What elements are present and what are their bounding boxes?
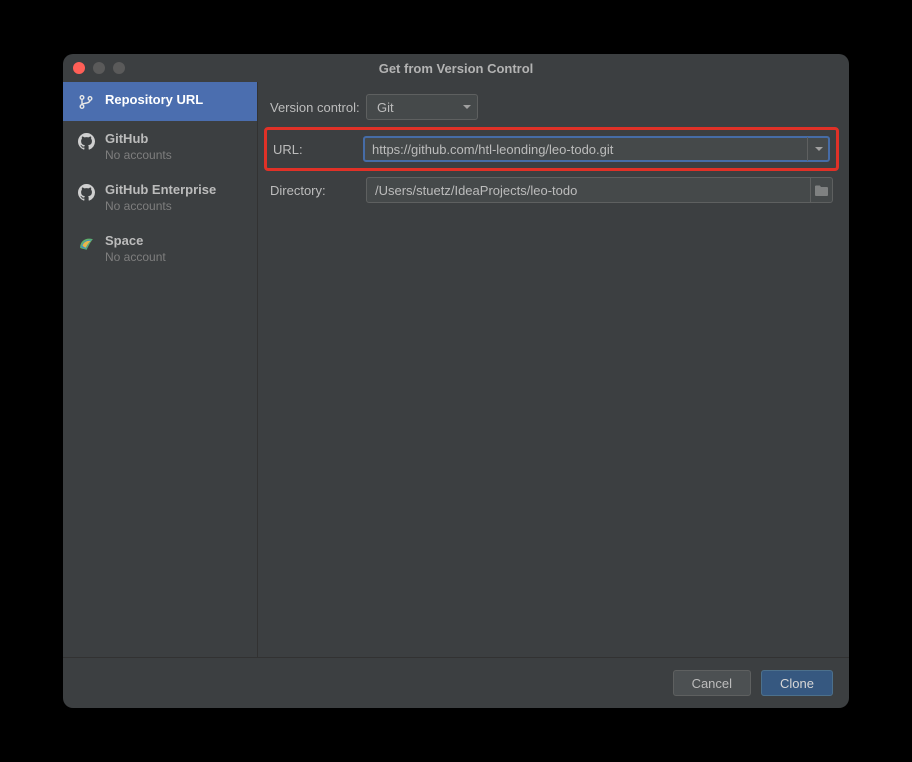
sidebar-item-label: GitHub Enterprise [105,182,216,197]
url-label: URL: [273,142,363,157]
version-control-label: Version control: [270,100,366,115]
titlebar: Get from Version Control [63,54,849,82]
dialog-footer: Cancel Clone [63,657,849,708]
sidebar-item-repository-url[interactable]: Repository URL [63,82,257,121]
version-control-select[interactable]: Git [366,94,478,120]
sidebar-item-label: Space [105,233,166,248]
directory-input[interactable] [366,177,833,203]
cancel-button[interactable]: Cancel [673,670,751,696]
main-panel: Version control: Git URL: Directory: [258,82,849,657]
sidebar-item-github-enterprise[interactable]: GitHub Enterprise No accounts [63,172,257,223]
minimize-window-button[interactable] [93,62,105,74]
sidebar-item-github[interactable]: GitHub No accounts [63,121,257,172]
github-icon [77,183,95,201]
url-row-highlight: URL: [264,127,839,171]
dialog-content: Repository URL GitHub No accounts [63,82,849,657]
sidebar-item-sublabel: No account [105,250,166,264]
version-control-value: Git [377,100,394,115]
close-window-button[interactable] [73,62,85,74]
sidebar: Repository URL GitHub No accounts [63,82,258,657]
clone-button[interactable]: Clone [761,670,833,696]
window-title: Get from Version Control [73,61,839,76]
url-history-button[interactable] [807,137,829,161]
window-controls [73,62,125,74]
directory-label: Directory: [270,183,366,198]
url-input[interactable] [363,136,830,162]
chevron-down-icon [815,147,823,151]
sidebar-item-sublabel: No accounts [105,199,216,213]
zoom-window-button[interactable] [113,62,125,74]
sidebar-item-space[interactable]: Space No account [63,223,257,274]
branch-icon [77,93,95,111]
chevron-down-icon [463,105,471,109]
sidebar-item-label: GitHub [105,131,172,146]
browse-directory-button[interactable] [810,178,832,202]
sidebar-item-label: Repository URL [105,92,203,107]
github-icon [77,132,95,150]
folder-icon [814,184,829,197]
version-control-dialog: Get from Version Control Repository URL [63,54,849,708]
version-control-row: Version control: Git [270,94,833,120]
sidebar-item-sublabel: No accounts [105,148,172,162]
directory-row: Directory: [270,177,833,203]
space-icon [77,234,95,252]
